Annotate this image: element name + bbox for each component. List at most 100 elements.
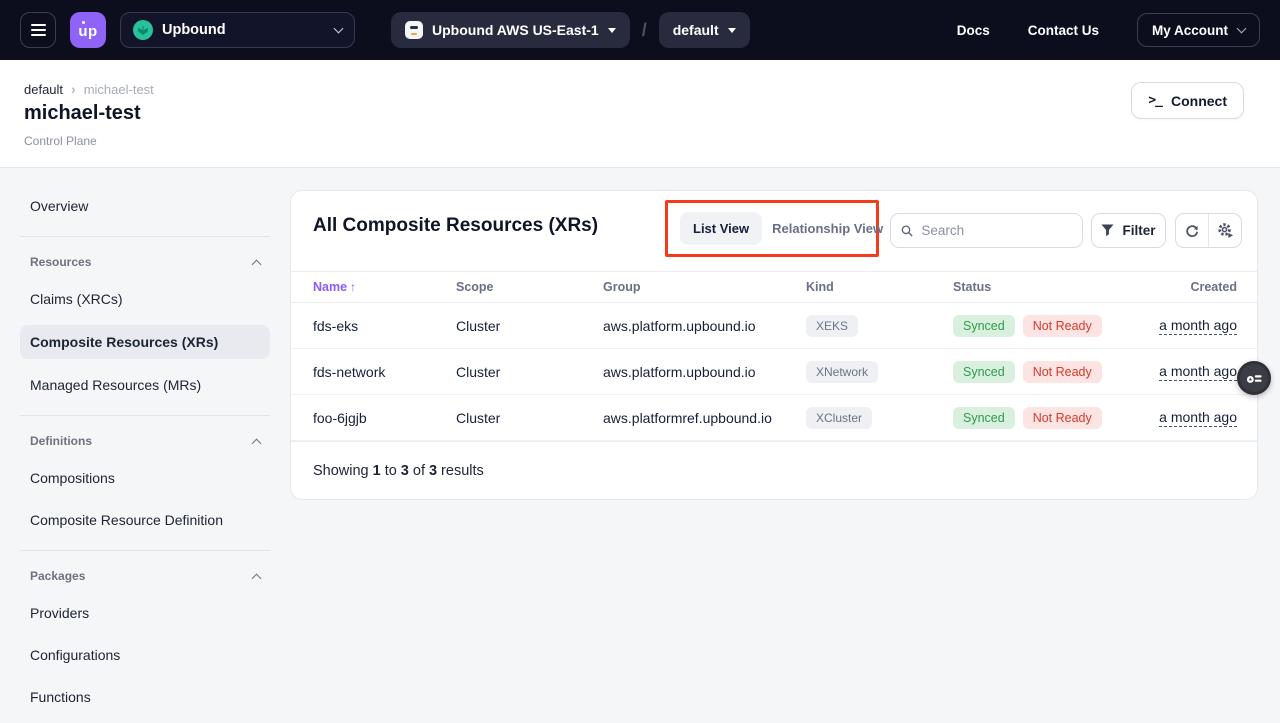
- sidebar-section-packages[interactable]: Packages: [20, 563, 270, 589]
- cell-scope: Cluster: [456, 364, 603, 380]
- terminal-icon: >_: [1148, 93, 1162, 108]
- cell-scope: Cluster: [456, 410, 603, 426]
- chevron-up-icon: [252, 573, 262, 583]
- sidebar-divider: [20, 236, 270, 237]
- search-input[interactable]: [921, 223, 1072, 238]
- composite-resources-panel: All Composite Resources (XRs) List View …: [290, 190, 1258, 500]
- auto-refresh-settings-button[interactable]: [1208, 214, 1241, 247]
- path-separator: /: [642, 20, 647, 41]
- column-header-kind[interactable]: Kind: [806, 280, 953, 294]
- cell-group: aws.platform.upbound.io: [603, 318, 806, 334]
- connect-label: Connect: [1171, 93, 1227, 109]
- sidebar-item-composite-resource-definition[interactable]: Composite Resource Definition: [20, 504, 270, 536]
- kind-badge: XEKS: [806, 315, 858, 337]
- cell-name: foo-6jgjb: [313, 410, 456, 426]
- created-timestamp[interactable]: a month ago: [1159, 363, 1237, 381]
- page-header: default › michael-test michael-test Cont…: [0, 60, 1280, 168]
- cell-name: fds-eks: [313, 318, 456, 334]
- sidebar-item-functions[interactable]: Functions: [20, 681, 270, 713]
- list-view-tab[interactable]: List View: [680, 212, 762, 245]
- docs-link[interactable]: Docs: [957, 23, 990, 38]
- annotation-highlight-box: List View Relationship View: [665, 200, 879, 257]
- organization-name: Upbound: [162, 22, 326, 38]
- page-subtitle: Control Plane: [24, 134, 97, 148]
- top-navigation-bar: up Upbound Upbound AWS US-East-1 / defau…: [0, 0, 1280, 60]
- sidebar-item-claims[interactable]: Claims (XRCs): [20, 283, 270, 315]
- control-plane-name: Upbound AWS US-East-1: [432, 22, 599, 38]
- filter-label: Filter: [1122, 223, 1155, 238]
- refresh-button[interactable]: [1176, 214, 1208, 247]
- column-header-group[interactable]: Group: [603, 280, 806, 294]
- table-row[interactable]: foo-6jgjb Cluster aws.platformref.upboun…: [291, 395, 1257, 441]
- kind-badge: XNetwork: [806, 361, 878, 383]
- chevron-down-icon: [1237, 24, 1247, 34]
- search-icon: [901, 224, 913, 238]
- page-title: michael-test: [24, 102, 141, 125]
- status-badge-not-ready: Not Ready: [1023, 361, 1102, 383]
- upbound-logo[interactable]: up: [70, 12, 106, 48]
- chevron-down-icon: [728, 28, 736, 33]
- results-total: 3: [429, 463, 437, 479]
- funnel-icon: [1101, 224, 1114, 237]
- results-end: 3: [401, 463, 409, 479]
- search-box: [890, 213, 1083, 248]
- sidebar-item-overview[interactable]: Overview: [20, 190, 270, 222]
- my-account-label: My Account: [1152, 23, 1228, 38]
- status-badge-synced: Synced: [953, 407, 1015, 429]
- control-plane-icon: [405, 21, 423, 39]
- relationship-view-tab[interactable]: Relationship View: [768, 212, 887, 245]
- created-timestamp[interactable]: a month ago: [1159, 409, 1237, 427]
- breadcrumb-current: michael-test: [84, 82, 154, 97]
- contact-us-link[interactable]: Contact Us: [1028, 23, 1099, 38]
- cell-name: fds-network: [313, 364, 456, 380]
- organization-icon: [133, 20, 153, 40]
- sidebar-item-providers[interactable]: Providers: [20, 597, 270, 629]
- column-header-created[interactable]: Created: [1139, 280, 1237, 294]
- chevron-up-icon: [252, 259, 262, 269]
- status-badge-not-ready: Not Ready: [1023, 315, 1102, 337]
- section-label: Resources: [30, 255, 91, 269]
- status-badge-synced: Synced: [953, 361, 1015, 383]
- filter-button[interactable]: Filter: [1091, 213, 1166, 248]
- status-badge-synced: Synced: [953, 315, 1015, 337]
- sidebar-navigation: Overview Resources Claims (XRCs) Composi…: [20, 190, 270, 723]
- sidebar-section-definitions[interactable]: Definitions: [20, 428, 270, 454]
- sort-ascending-icon: ↑: [350, 280, 356, 294]
- section-label: Packages: [30, 569, 85, 583]
- feedback-widget-button[interactable]: [1237, 361, 1271, 395]
- table-actions-group: [1175, 213, 1242, 248]
- sidebar-item-composite-resources[interactable]: Composite Resources (XRs): [20, 325, 270, 359]
- results-start: 1: [373, 463, 381, 479]
- column-header-status[interactable]: Status: [953, 280, 1139, 294]
- group-dropdown[interactable]: default: [659, 12, 750, 48]
- section-label: Definitions: [30, 434, 92, 448]
- group-name: default: [673, 22, 719, 38]
- logo-dot: [82, 21, 85, 24]
- sidebar-item-configurations[interactable]: Configurations: [20, 639, 270, 671]
- column-header-name[interactable]: Name↑: [313, 280, 456, 294]
- cell-scope: Cluster: [456, 318, 603, 334]
- control-plane-dropdown[interactable]: Upbound AWS US-East-1: [391, 12, 630, 48]
- table-row[interactable]: fds-network Cluster aws.platform.upbound…: [291, 349, 1257, 395]
- table-header-row: Name↑ Scope Group Kind Status Created: [291, 271, 1257, 303]
- chevron-down-icon: [608, 28, 616, 33]
- breadcrumb-group[interactable]: default: [24, 82, 63, 97]
- cell-group: aws.platform.upbound.io: [603, 364, 806, 380]
- menu-icon[interactable]: [20, 12, 56, 48]
- logo-text: up: [78, 23, 97, 40]
- my-account-dropdown[interactable]: My Account: [1137, 13, 1260, 47]
- sidebar-item-compositions[interactable]: Compositions: [20, 462, 270, 494]
- column-header-scope[interactable]: Scope: [456, 280, 603, 294]
- survey-list-icon: [1246, 370, 1263, 387]
- connect-button[interactable]: >_ Connect: [1131, 82, 1244, 119]
- sidebar-divider: [20, 415, 270, 416]
- table-row[interactable]: fds-eks Cluster aws.platform.upbound.io …: [291, 303, 1257, 349]
- chevron-up-icon: [252, 438, 262, 448]
- organization-dropdown[interactable]: Upbound: [120, 12, 355, 48]
- sidebar-section-resources[interactable]: Resources: [20, 249, 270, 275]
- refresh-icon: [1184, 223, 1200, 239]
- breadcrumb: default › michael-test: [24, 82, 154, 97]
- created-timestamp[interactable]: a month ago: [1159, 317, 1237, 335]
- sidebar-item-managed-resources[interactable]: Managed Resources (MRs): [20, 369, 270, 401]
- chevron-down-icon: [334, 24, 344, 34]
